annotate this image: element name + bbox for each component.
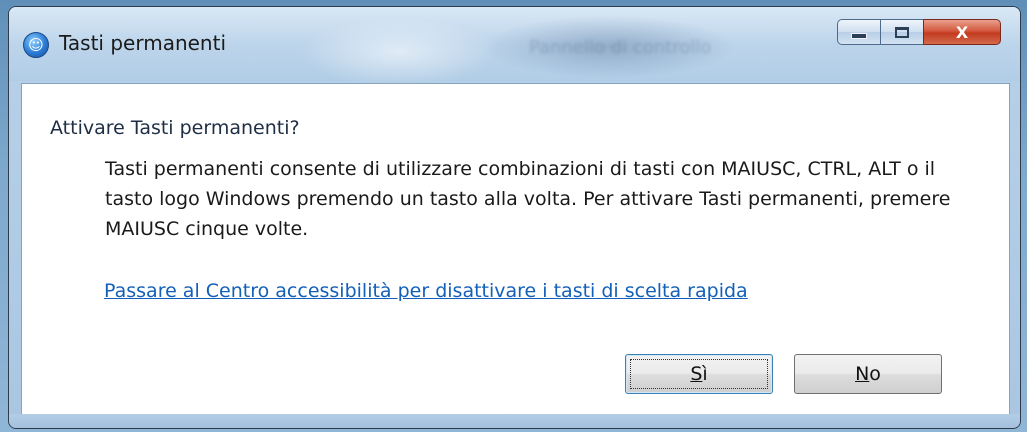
yes-button[interactable]: Sì bbox=[625, 354, 773, 394]
no-label-rest: o bbox=[869, 363, 881, 385]
dialog-window: ☺ Tasti permanenti Pannello di controllo… bbox=[8, 6, 1021, 429]
maximize-icon bbox=[895, 26, 909, 38]
minimize-icon bbox=[851, 33, 867, 39]
yes-label-rest: ì bbox=[702, 363, 708, 385]
title-bar[interactable]: ☺ Tasti permanenti Pannello di controllo… bbox=[9, 7, 1020, 81]
dialog-content: Attivare Tasti permanenti? Tasti permane… bbox=[21, 83, 1010, 417]
accessibility-center-link[interactable]: Passare al Centro accessibilità per disa… bbox=[104, 280, 748, 302]
accessibility-icon[interactable]: ☺ bbox=[23, 32, 49, 58]
close-icon: X bbox=[955, 22, 969, 42]
no-button[interactable]: No bbox=[794, 354, 942, 394]
yes-accelerator: S bbox=[690, 363, 703, 385]
background-window-ghost-text: Pannello di controllo bbox=[529, 37, 712, 58]
no-accelerator: N bbox=[855, 363, 870, 385]
dialog-description: Tasti permanenti consente di utilizzare … bbox=[105, 158, 951, 240]
close-button[interactable]: X bbox=[923, 19, 1001, 45]
window-bottom-frame bbox=[9, 414, 1020, 428]
maximize-button[interactable] bbox=[880, 19, 924, 45]
dialog-question: Attivare Tasti permanenti? bbox=[50, 117, 300, 139]
window-title: Tasti permanenti bbox=[59, 31, 227, 55]
minimize-button[interactable] bbox=[837, 19, 881, 45]
